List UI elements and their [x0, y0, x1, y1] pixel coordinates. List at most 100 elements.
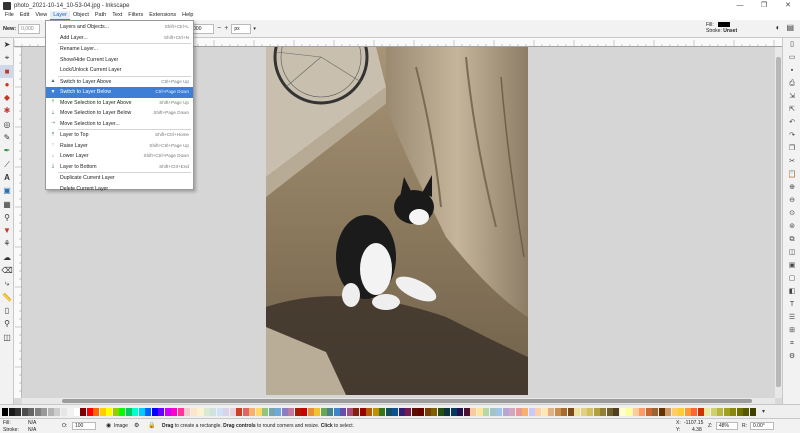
palette-swatch[interactable]: [86, 407, 93, 416]
menu-extensions[interactable]: Extensions: [146, 11, 179, 20]
export-icon[interactable]: ⇱: [783, 103, 800, 116]
palette-swatch[interactable]: [684, 407, 691, 416]
palette-swatch[interactable]: [151, 407, 158, 416]
preferences-icon[interactable]: ⚙: [783, 350, 800, 363]
palette-swatch[interactable]: [697, 407, 704, 416]
palette-swatch[interactable]: [177, 407, 184, 416]
palette-swatch[interactable]: [522, 407, 528, 416]
eraser-tool-icon[interactable]: ⌫: [0, 264, 14, 277]
palette-swatch[interactable]: [15, 407, 21, 416]
menu-object[interactable]: Object: [70, 11, 92, 20]
opacity-input[interactable]: 100: [72, 422, 96, 430]
palette-swatch[interactable]: [470, 407, 476, 416]
pen-tool-icon[interactable]: ✒: [0, 144, 14, 157]
palette-swatch[interactable]: [119, 407, 125, 416]
layer-menu-item[interactable]: Lock/Unlock Current Layer: [46, 65, 193, 76]
spiral-tool-icon[interactable]: ◎: [0, 118, 14, 131]
pages-tool-icon[interactable]: ▯: [0, 304, 14, 317]
palette-swatch[interactable]: [515, 407, 522, 416]
palette-swatch[interactable]: [437, 407, 444, 416]
palette-swatch[interactable]: [73, 407, 80, 416]
palette-swatch[interactable]: [47, 407, 54, 416]
clone-icon[interactable]: ◫: [783, 246, 800, 259]
palette-swatch[interactable]: [567, 407, 574, 416]
palette-swatch[interactable]: [242, 407, 249, 416]
palette-swatch[interactable]: [717, 407, 723, 416]
layer-menu-item[interactable]: ↓ Lower Layer Shift+Ctrl+Page Down: [46, 151, 193, 162]
current-layer[interactable]: Image: [114, 423, 128, 429]
redo-icon[interactable]: ↷: [783, 129, 800, 142]
selector-tool-icon[interactable]: ➤: [0, 38, 14, 51]
fill-stroke-dialog-icon[interactable]: ◧: [783, 285, 800, 298]
palette-swatch[interactable]: [554, 407, 561, 416]
import-icon[interactable]: ⇲: [783, 90, 800, 103]
snap-toggle-icon[interactable]: ◐: [776, 23, 781, 32]
undo-icon[interactable]: ↶: [783, 116, 800, 129]
palette-swatch[interactable]: [268, 407, 275, 416]
palette-swatch[interactable]: [301, 407, 307, 416]
layer-menu-item[interactable]: ↑ Raise Layer Shift+Ctrl+Page Up: [46, 141, 193, 152]
palette-swatch[interactable]: [34, 407, 41, 416]
star-tool-icon[interactable]: ✱: [0, 104, 14, 117]
palette-swatch[interactable]: [60, 407, 67, 416]
mesh-tool-icon[interactable]: ▦: [0, 198, 14, 211]
palette-swatch[interactable]: [340, 407, 346, 416]
palette-swatch[interactable]: [333, 407, 340, 416]
palette-swatch[interactable]: [548, 407, 554, 416]
layer-menu-item[interactable]: ⤓ Layer to Bottom Shift+Ctrl+End: [46, 162, 193, 173]
cat-photo[interactable]: [266, 47, 528, 395]
palette-swatch[interactable]: [405, 407, 411, 416]
palette-swatch[interactable]: [483, 407, 489, 416]
menu-file[interactable]: File: [2, 11, 17, 20]
node-tool-icon[interactable]: ⌖: [0, 51, 14, 64]
palette-swatch[interactable]: [476, 407, 483, 416]
text-tool-icon[interactable]: A: [0, 171, 14, 184]
menu-layer[interactable]: Layer: [50, 11, 70, 20]
layer-menu-item[interactable]: Add Layer... Shift+Ctrl+N: [46, 33, 193, 44]
palette-swatch[interactable]: [736, 407, 743, 416]
palette-swatch[interactable]: [431, 407, 437, 416]
palette-swatch[interactable]: [639, 407, 645, 416]
palette-swatch[interactable]: [307, 407, 314, 416]
dropper-tool-icon[interactable]: ⚲: [0, 211, 14, 224]
layer-options-icon[interactable]: ⚙: [134, 422, 139, 429]
vertical-scrollbar[interactable]: [775, 47, 782, 398]
palette-swatch[interactable]: [171, 407, 177, 416]
palette-swatch[interactable]: [249, 407, 255, 416]
minimize-button[interactable]: —: [728, 0, 752, 11]
palette-swatch[interactable]: [314, 407, 320, 416]
palette-swatch[interactable]: [418, 407, 424, 416]
duplicate-icon[interactable]: ⧉: [783, 233, 800, 246]
palette-swatch[interactable]: [372, 407, 379, 416]
palette-swatch[interactable]: [658, 407, 665, 416]
palette-swatch[interactable]: [210, 407, 216, 416]
layer-menu-item[interactable]: Duplicate Current Layer: [46, 173, 193, 184]
palette-swatch[interactable]: [723, 407, 730, 416]
palette-swatch[interactable]: [353, 407, 359, 416]
rotation-input[interactable]: 0.00°: [750, 422, 774, 430]
new-document-icon[interactable]: ▯: [783, 38, 800, 51]
palette-swatch[interactable]: [710, 407, 717, 416]
3d-box-tool-icon[interactable]: ◆: [0, 91, 14, 104]
vertical-scroll-thumb[interactable]: [776, 57, 781, 387]
palette-swatch[interactable]: [145, 407, 151, 416]
xml-editor-icon[interactable]: ⌗: [783, 337, 800, 350]
palette-swatch[interactable]: [93, 407, 99, 416]
palette-swatch[interactable]: [99, 407, 106, 416]
palette-swatch[interactable]: [223, 407, 229, 416]
menu-path[interactable]: Path: [92, 11, 109, 20]
width-input[interactable]: 0,000: [18, 23, 41, 34]
layers-dialog-icon[interactable]: ☰: [783, 311, 800, 324]
palette-swatch[interactable]: [80, 407, 86, 416]
palette-swatch[interactable]: [411, 407, 418, 416]
palette-swatch[interactable]: [255, 407, 262, 416]
layer-menu-item[interactable]: Layers and Objects... Shift+Ctrl+L: [46, 22, 193, 33]
palette-swatch[interactable]: [626, 407, 632, 416]
palette-swatch[interactable]: [652, 407, 658, 416]
palette-swatch[interactable]: [190, 407, 197, 416]
copy-icon[interactable]: ❐: [783, 142, 800, 155]
palette-swatch[interactable]: [580, 407, 587, 416]
palette-swatch[interactable]: [197, 407, 203, 416]
palette-swatch[interactable]: [164, 407, 171, 416]
palette-swatch[interactable]: [535, 407, 541, 416]
